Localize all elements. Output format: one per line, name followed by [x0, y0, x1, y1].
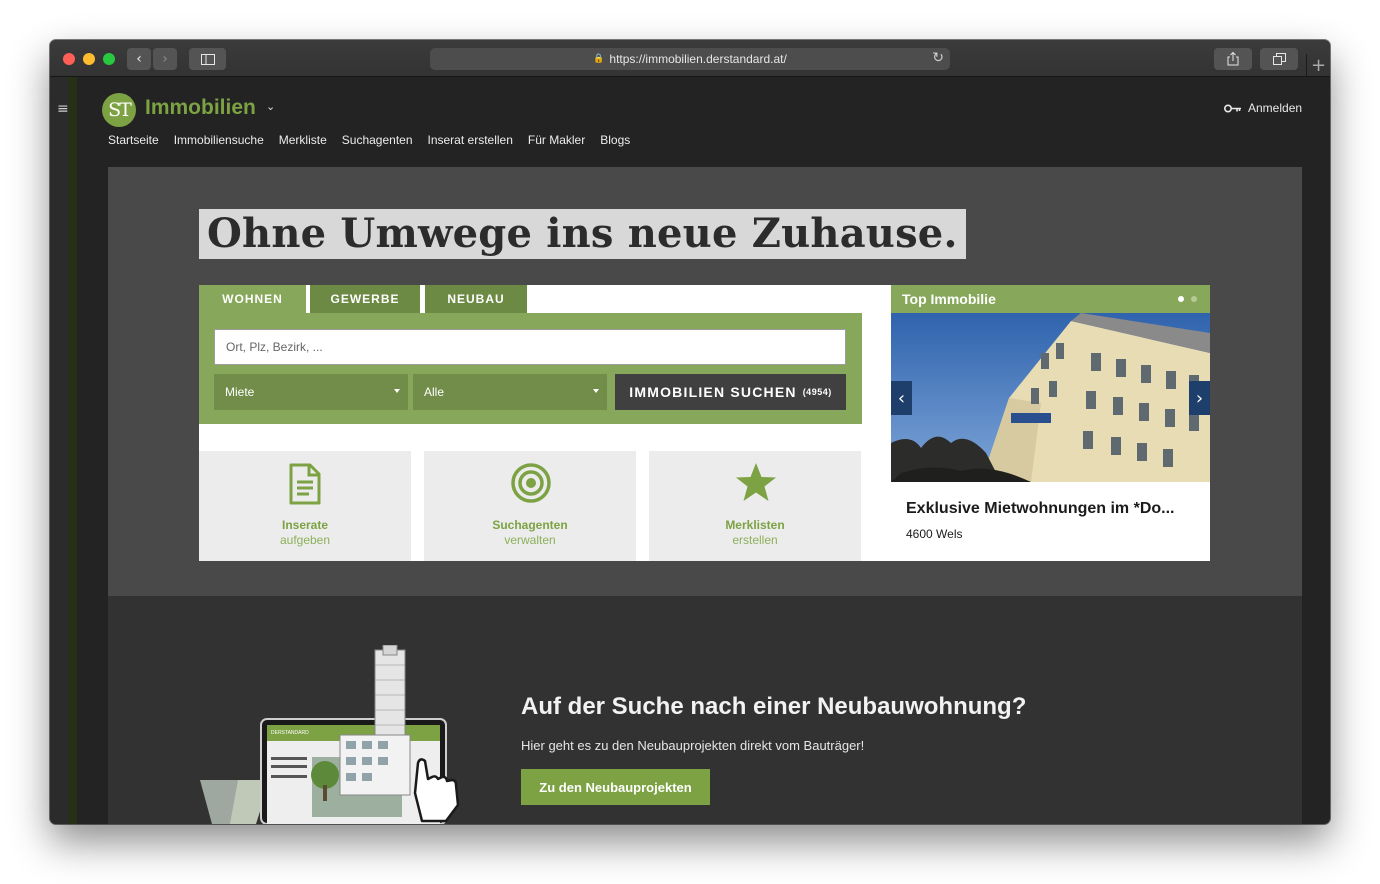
- top-immobilie-title: Top Immobilie: [902, 291, 996, 307]
- search-box: WOHNEN GEWERBE NEUBAU Ort, Plz, Bezirk, …: [199, 285, 891, 561]
- category-select-value: Alle: [424, 385, 445, 399]
- hero-headline: Ohne Umwege ins neue Zuhause.: [199, 209, 966, 259]
- search-result-count: (4954): [802, 387, 832, 397]
- browser-window: ‹ › 🔒 https://immobilien.derstandard.at/…: [50, 40, 1330, 824]
- property-image[interactable]: ‹ ›: [891, 313, 1210, 482]
- tile-suchagenten[interactable]: Suchagenten verwalten: [424, 451, 636, 561]
- slider-dot-active[interactable]: [1178, 296, 1184, 302]
- tile-label: Merklisten: [725, 518, 785, 532]
- promo-title: Auf der Suche nach einer Neubauwohnung?: [521, 693, 1027, 720]
- tile-inserate[interactable]: Inserate aufgeben: [199, 451, 411, 561]
- category-select[interactable]: Alle: [413, 374, 607, 410]
- nav-item-immobiliensuche[interactable]: Immobiliensuche: [174, 133, 264, 147]
- tile-label: Inserate: [281, 518, 329, 532]
- close-window-button[interactable]: [63, 53, 75, 65]
- tile-sublabel: erstellen: [732, 533, 778, 547]
- nav-item-suchagenten[interactable]: Suchagenten: [342, 133, 413, 147]
- tab-wohnen[interactable]: WOHNEN: [199, 285, 306, 313]
- slider-prev-button[interactable]: ‹: [891, 381, 912, 415]
- back-button[interactable]: ‹: [127, 48, 151, 70]
- login-label: Anmelden: [1248, 101, 1303, 115]
- tile-sublabel: aufgeben: [279, 533, 331, 547]
- main-nav: Startseite Immobiliensuche Merkliste Suc…: [108, 133, 630, 147]
- lock-icon: 🔒: [593, 54, 605, 64]
- top-immobilie-card[interactable]: Top Immobilie ‹ › Exklusive Mietwohnunge…: [891, 285, 1210, 561]
- caret-down-icon: [394, 389, 400, 393]
- new-tab-button[interactable]: +: [1306, 54, 1330, 77]
- tile-merklisten[interactable]: Merklisten erstellen: [649, 451, 861, 561]
- url-text: https://immobilien.derstandard.at/: [609, 52, 787, 66]
- property-title[interactable]: Exklusive Mietwohnungen im *Do...: [906, 500, 1201, 518]
- login-link[interactable]: Anmelden: [1224, 101, 1302, 115]
- property-location: 4600 Wels: [906, 527, 963, 541]
- nav-item-merkliste[interactable]: Merkliste: [279, 133, 327, 147]
- chevron-right-icon: ›: [1195, 387, 1204, 409]
- nav-item-blogs[interactable]: Blogs: [600, 133, 630, 147]
- star-icon: [736, 463, 776, 501]
- address-bar[interactable]: 🔒 https://immobilien.derstandard.at/ ↻: [430, 48, 950, 70]
- sidebar-icon: [200, 53, 215, 65]
- top-immobilie-heading: Top Immobilie: [891, 285, 1210, 313]
- nav-item-startseite[interactable]: Startseite: [108, 133, 159, 147]
- share-button[interactable]: [1214, 48, 1252, 70]
- tabs-icon: [1272, 53, 1286, 65]
- minimize-window-button[interactable]: [83, 53, 95, 65]
- plus-icon: +: [1310, 55, 1327, 76]
- slider-dot[interactable]: [1191, 296, 1197, 302]
- chevron-right-icon: ›: [162, 51, 168, 67]
- target-icon: [511, 463, 551, 503]
- search-panel: Ort, Plz, Bezirk, ... Miete Alle IMMOBIL…: [199, 313, 862, 424]
- tabs-overview-button[interactable]: [1260, 48, 1298, 70]
- tab-neubau[interactable]: NEUBAU: [425, 285, 527, 313]
- logo-mark[interactable]: ST: [102, 93, 136, 127]
- neubau-illustration: DERSTANDARD: [200, 645, 480, 824]
- type-select[interactable]: Miete: [214, 374, 408, 410]
- chevron-down-icon[interactable]: ⌄: [266, 100, 275, 113]
- type-select-value: Miete: [225, 385, 255, 399]
- browser-toolbar: ‹ › 🔒 https://immobilien.derstandard.at/…: [50, 40, 1330, 77]
- search-button[interactable]: IMMOBILIEN SUCHEN (4954): [615, 374, 846, 410]
- sidebar-toggle-button[interactable]: [189, 48, 226, 70]
- illustration-brand: DERSTANDARD: [271, 730, 309, 736]
- search-button-label: IMMOBILIEN SUCHEN: [629, 384, 797, 400]
- reload-icon[interactable]: ↻: [932, 50, 944, 66]
- chevron-left-icon: ‹: [136, 51, 142, 67]
- neubauprojekte-button[interactable]: Zu den Neubauprojekten: [521, 769, 710, 805]
- property-photo: [891, 313, 1210, 482]
- forward-button[interactable]: ›: [153, 48, 177, 70]
- tab-gewerbe[interactable]: GEWERBE: [310, 285, 420, 313]
- caret-down-icon: [593, 389, 599, 393]
- location-search-input[interactable]: Ort, Plz, Bezirk, ...: [214, 329, 846, 365]
- zoom-window-button[interactable]: [103, 53, 115, 65]
- share-icon: [1227, 52, 1239, 66]
- side-accent: [68, 77, 77, 824]
- side-strip: ≡: [50, 77, 77, 824]
- neubau-illustration-graphic: DERSTANDARD: [200, 645, 460, 824]
- nav-item-fuer-makler[interactable]: Für Makler: [528, 133, 585, 147]
- hamburger-icon[interactable]: ≡: [57, 101, 69, 117]
- tile-label: Suchagenten: [492, 518, 568, 532]
- document-icon: [289, 463, 321, 505]
- tile-sublabel: verwalten: [504, 533, 556, 547]
- promo-subtitle: Hier geht es zu den Neubauprojekten dire…: [521, 738, 865, 753]
- nav-item-inserat-erstellen[interactable]: Inserat erstellen: [428, 133, 513, 147]
- chevron-left-icon: ‹: [897, 387, 906, 409]
- key-icon: [1224, 104, 1241, 112]
- slider-next-button[interactable]: ›: [1189, 381, 1210, 415]
- logo-text[interactable]: Immobilien: [145, 96, 256, 120]
